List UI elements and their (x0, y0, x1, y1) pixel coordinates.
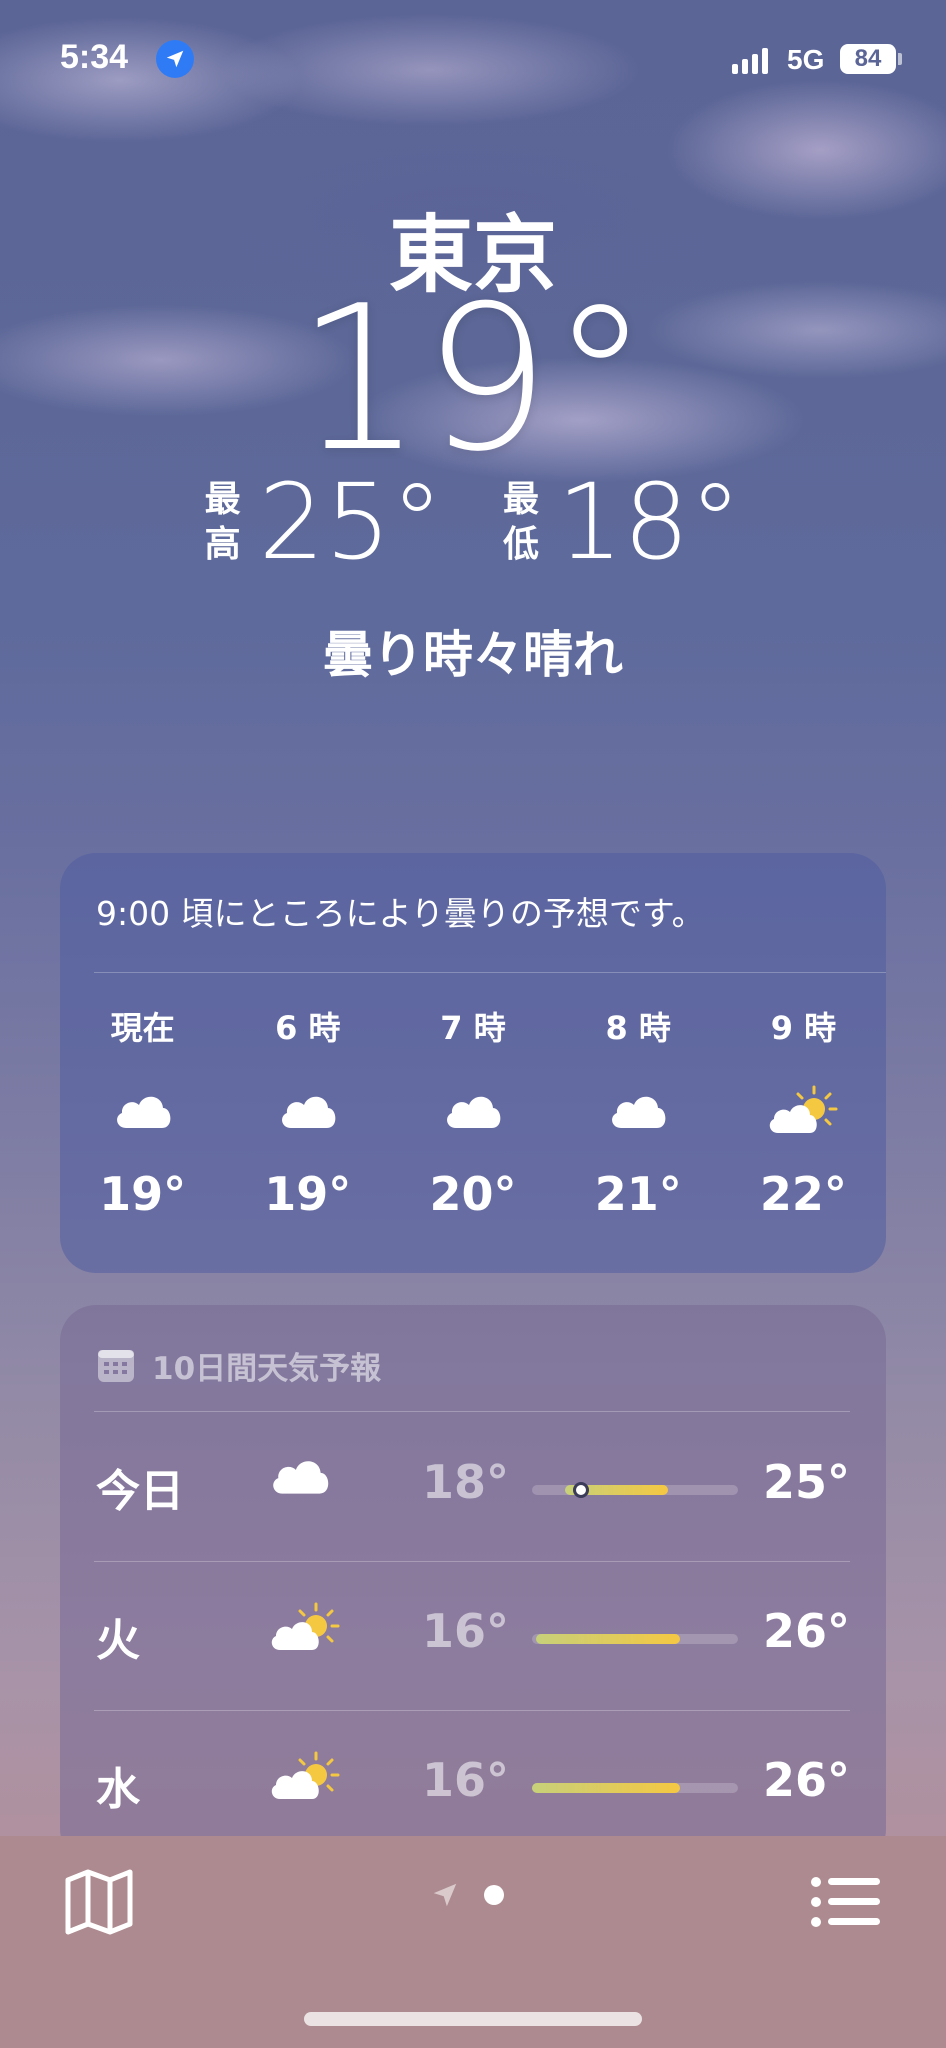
day-low: 16° (422, 1753, 510, 1807)
high-label-char-1: 最 (204, 479, 241, 520)
home-indicator (304, 2012, 642, 2026)
cloud-icon (112, 1065, 174, 1155)
cloud-icon (268, 1453, 332, 1501)
partly-sunny-icon (268, 1751, 342, 1805)
list-icon[interactable] (810, 1874, 882, 1930)
temperature-range-bar (532, 1634, 738, 1644)
daily-header: 10日間天気予報 (98, 1343, 381, 1388)
network-type: 5G (787, 44, 825, 75)
day-name: 今日 (96, 1466, 184, 1517)
daily-forecast-card[interactable]: 10日間天気予報 今日 18° 25° 火 16° 26° 水 16° 26° (60, 1305, 886, 1865)
hourly-list[interactable]: 現在 19° 6 時 19° 7 時 20° 8 時 21° 9 時 22° (60, 1003, 886, 1221)
hour-label: 6 時 (275, 1009, 341, 1047)
forecast-summary: 9:00 頃にところにより曇りの予想です。 (96, 894, 705, 933)
day-name: 水 (96, 1764, 140, 1815)
cloud-icon (277, 1065, 339, 1155)
hour-temp: 20° (429, 1167, 517, 1221)
current-temperature-dot (573, 1482, 590, 1498)
hour-label: 8 時 (605, 1009, 671, 1047)
hourly-forecast-card[interactable]: 9:00 頃にところにより曇りの予想です。 現在 19° 6 時 19° 7 時… (60, 853, 886, 1273)
hour-temp: 22° (759, 1167, 847, 1221)
day-row[interactable]: 今日 18° 25° (60, 1413, 886, 1561)
high-low: 最 高 25° 最 低 18° (0, 470, 946, 574)
low-temperature: 最 低 18° (503, 470, 741, 574)
temperature-range-bar (532, 1783, 738, 1793)
calendar-icon (98, 1349, 134, 1382)
location-arrow-icon (156, 40, 194, 78)
day-high: 25° (762, 1455, 850, 1509)
day-low: 16° (422, 1604, 510, 1658)
status-time: 5:34 (60, 38, 129, 76)
hour-item: 8 時 21° (556, 1003, 721, 1221)
page-indicator[interactable] (430, 1880, 504, 1910)
day-row[interactable]: 火 16° 26° (60, 1562, 886, 1710)
hour-item: 6 時 19° (225, 1003, 390, 1221)
high-label-char-2: 高 (204, 524, 241, 565)
temperature-range-bar (532, 1482, 738, 1498)
temperature-range-fill (532, 1783, 681, 1793)
low-label-char-1: 最 (503, 479, 540, 520)
status-bar: 5:34 5G 84 (0, 0, 946, 120)
hour-label: 現在 (110, 1009, 175, 1047)
hour-label: 7 時 (440, 1009, 506, 1047)
hour-temp: 19° (99, 1167, 187, 1221)
page-dot (484, 1885, 504, 1905)
hour-item: 現在 19° (60, 1003, 225, 1221)
divider (94, 1411, 850, 1412)
high-temperature: 最 高 25° (205, 470, 443, 574)
day-high: 26° (762, 1604, 850, 1658)
day-name: 火 (96, 1615, 140, 1666)
hour-item: 7 時 20° (390, 1003, 555, 1221)
hour-temp: 21° (594, 1167, 682, 1221)
current-temperature: 19° (295, 263, 651, 496)
partly-sunny-icon (766, 1065, 840, 1155)
signal-bars-icon (732, 48, 768, 74)
low-value: 18° (557, 461, 742, 583)
cloud-icon (607, 1065, 669, 1155)
hour-label: 9 時 (770, 1009, 837, 1047)
battery-level: 84 (840, 44, 896, 74)
divider (94, 972, 886, 973)
high-label: 最 高 (205, 477, 241, 567)
hour-temp: 19° (264, 1167, 352, 1221)
low-label-char-2: 低 (503, 524, 540, 565)
temperature-range-fill (536, 1634, 681, 1644)
weather-condition: 曇り時々晴れ (323, 626, 623, 684)
cloud-icon (442, 1065, 504, 1155)
map-icon[interactable] (64, 1866, 134, 1936)
hour-item: 9 時 22° (721, 1003, 886, 1221)
partly-sunny-icon (268, 1602, 342, 1656)
location-arrow-icon (433, 1883, 457, 1907)
low-label: 最 低 (503, 477, 539, 567)
high-value: 25° (258, 461, 443, 583)
day-low: 18° (422, 1455, 510, 1509)
day-high: 26° (762, 1753, 850, 1807)
battery-nub (898, 53, 902, 65)
daily-header-title: 10日間天気予報 (152, 1351, 382, 1387)
